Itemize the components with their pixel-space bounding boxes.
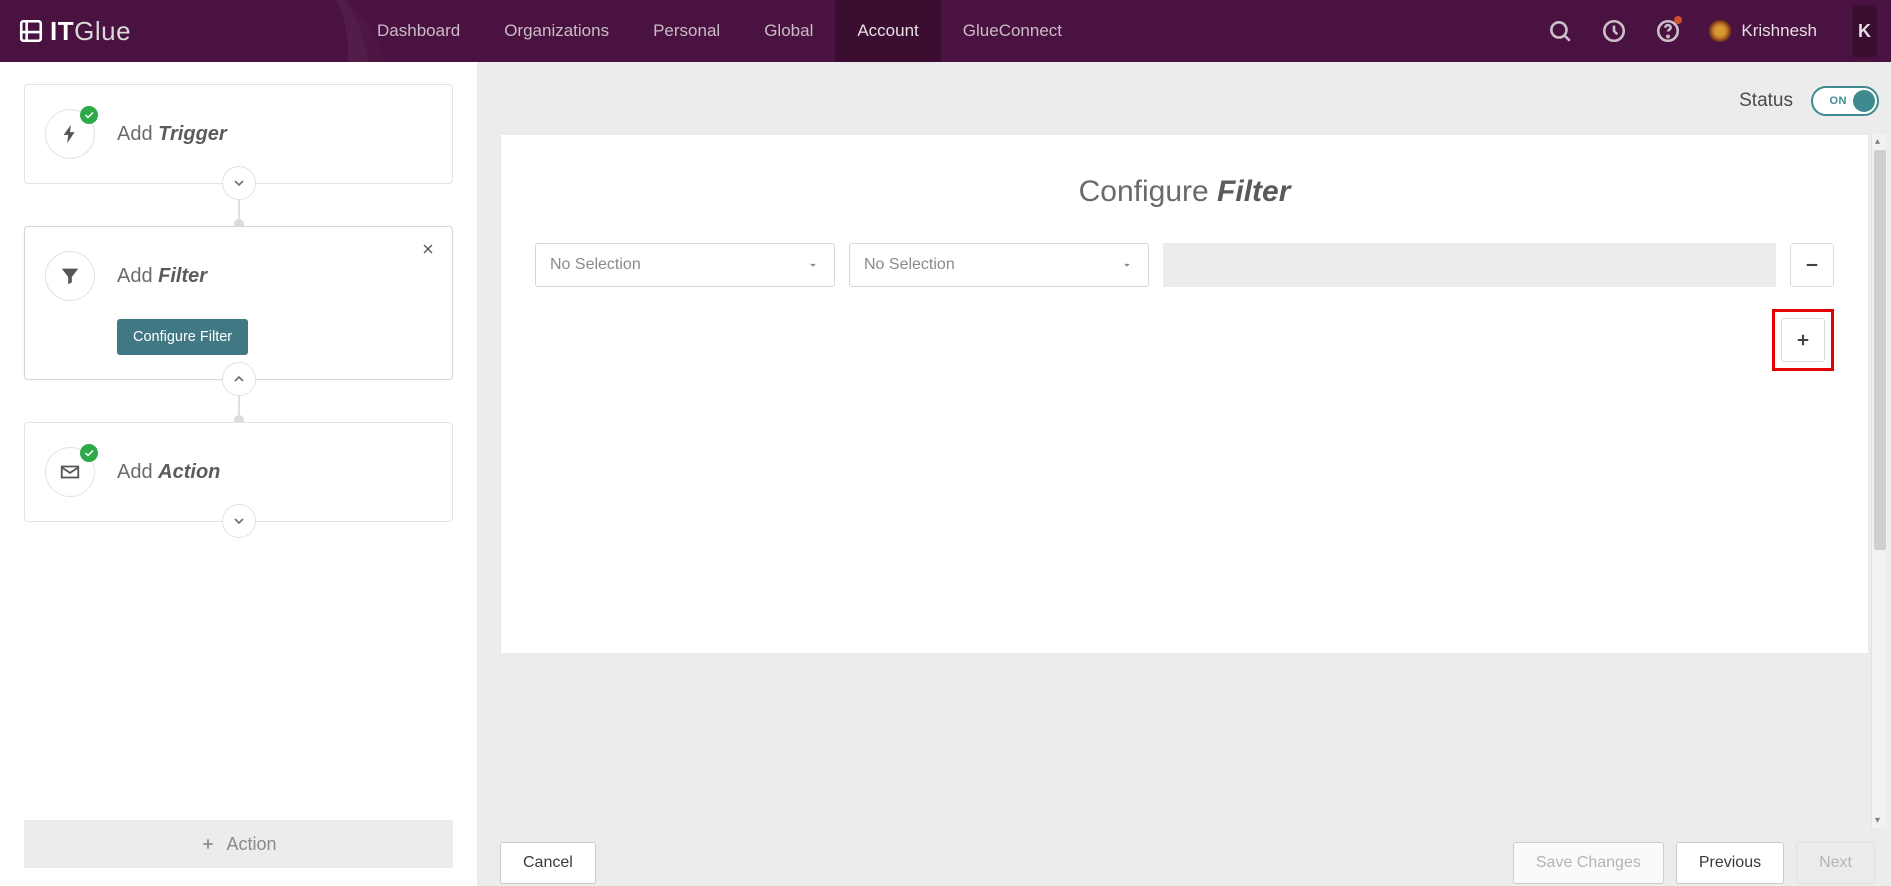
workflow-step-action[interactable]: Add Action xyxy=(24,422,453,522)
caret-down-icon xyxy=(806,258,820,272)
filter-operator-value: No Selection xyxy=(864,256,955,274)
scroll-down-icon: ▾ xyxy=(1875,815,1880,826)
logo-text-glue: Glue xyxy=(74,16,131,46)
workflow-step-filter[interactable]: Add Filter Configure Filter xyxy=(24,226,453,380)
funnel-icon xyxy=(45,251,95,301)
add-action-button[interactable]: Action xyxy=(24,820,453,868)
logo-text-it: IT xyxy=(50,16,74,46)
scroll-thumb[interactable] xyxy=(1874,150,1886,550)
workflow-column: Add Trigger Add Filter Configure Filte xyxy=(0,62,478,886)
plus-icon xyxy=(1794,331,1812,349)
filter-field-value: No Selection xyxy=(550,256,641,274)
search-icon[interactable] xyxy=(1547,18,1573,44)
remove-filter-row-button[interactable] xyxy=(1790,243,1834,287)
nav-link-dashboard[interactable]: Dashboard xyxy=(355,0,482,62)
filter-row: No Selection No Selection xyxy=(535,243,1834,287)
k-badge[interactable]: K xyxy=(1851,5,1877,57)
filter-field-select[interactable]: No Selection xyxy=(535,243,835,287)
collapse-step-button[interactable] xyxy=(222,362,256,396)
user-menu[interactable]: Krishnesh xyxy=(1709,20,1817,42)
filter-operator-select[interactable]: No Selection xyxy=(849,243,1149,287)
cancel-button[interactable]: Cancel xyxy=(500,842,596,884)
add-filter-row-button[interactable] xyxy=(1781,318,1825,362)
top-nav: ITGlue Dashboard Organizations Personal … xyxy=(0,0,1891,62)
bolt-icon xyxy=(45,109,95,159)
check-icon xyxy=(80,106,98,124)
status-label: Status xyxy=(1739,90,1793,112)
status-row: Status ON xyxy=(478,62,1891,122)
recent-icon[interactable] xyxy=(1601,18,1627,44)
remove-step-button[interactable] xyxy=(420,241,436,262)
status-toggle[interactable]: ON xyxy=(1811,86,1879,116)
check-icon xyxy=(80,444,98,462)
step-title: Add Trigger xyxy=(117,123,227,146)
user-name: Krishnesh xyxy=(1741,21,1817,41)
highlight-annotation xyxy=(1772,309,1834,371)
expand-step-button[interactable] xyxy=(222,166,256,200)
nav-link-account[interactable]: Account xyxy=(835,0,940,62)
help-icon[interactable] xyxy=(1655,18,1681,44)
page: Add Trigger Add Filter Configure Filte xyxy=(0,62,1891,886)
nav-link-organizations[interactable]: Organizations xyxy=(482,0,631,62)
previous-button[interactable]: Previous xyxy=(1676,842,1784,884)
caret-down-icon xyxy=(1120,258,1134,272)
nav-links: Dashboard Organizations Personal Global … xyxy=(355,0,1084,62)
app-logo[interactable]: ITGlue xyxy=(0,16,155,47)
scroll-up-icon: ▴ xyxy=(1875,136,1880,147)
next-button[interactable]: Next xyxy=(1796,842,1875,884)
workflow-step-trigger[interactable]: Add Trigger xyxy=(24,84,453,184)
avatar xyxy=(1709,20,1731,42)
filter-value-input[interactable] xyxy=(1163,243,1776,287)
panel-title: Configure Filter xyxy=(535,175,1834,209)
expand-step-button[interactable] xyxy=(222,504,256,538)
step-title: Add Action xyxy=(117,461,220,484)
minus-icon xyxy=(1803,256,1821,274)
add-action-label: Action xyxy=(226,834,276,855)
configure-filter-panel: Configure Filter No Selection No Selecti… xyxy=(500,134,1869,654)
nav-right: Krishnesh K xyxy=(1547,5,1891,57)
envelope-icon xyxy=(45,447,95,497)
save-changes-button[interactable]: Save Changes xyxy=(1513,842,1664,884)
footer-buttons: Cancel Save Changes Previous Next xyxy=(478,828,1891,886)
step-title: Add Filter xyxy=(117,265,207,288)
nav-link-glueconnect[interactable]: GlueConnect xyxy=(941,0,1084,62)
nav-link-personal[interactable]: Personal xyxy=(631,0,742,62)
scrollbar[interactable]: ▴ ▾ xyxy=(1871,134,1887,828)
nav-link-global[interactable]: Global xyxy=(742,0,835,62)
configure-filter-button[interactable]: Configure Filter xyxy=(117,319,248,355)
toggle-knob-icon xyxy=(1853,90,1875,112)
status-toggle-text: ON xyxy=(1830,95,1848,107)
content-column: Status ON Configure Filter No Selection xyxy=(478,62,1891,886)
